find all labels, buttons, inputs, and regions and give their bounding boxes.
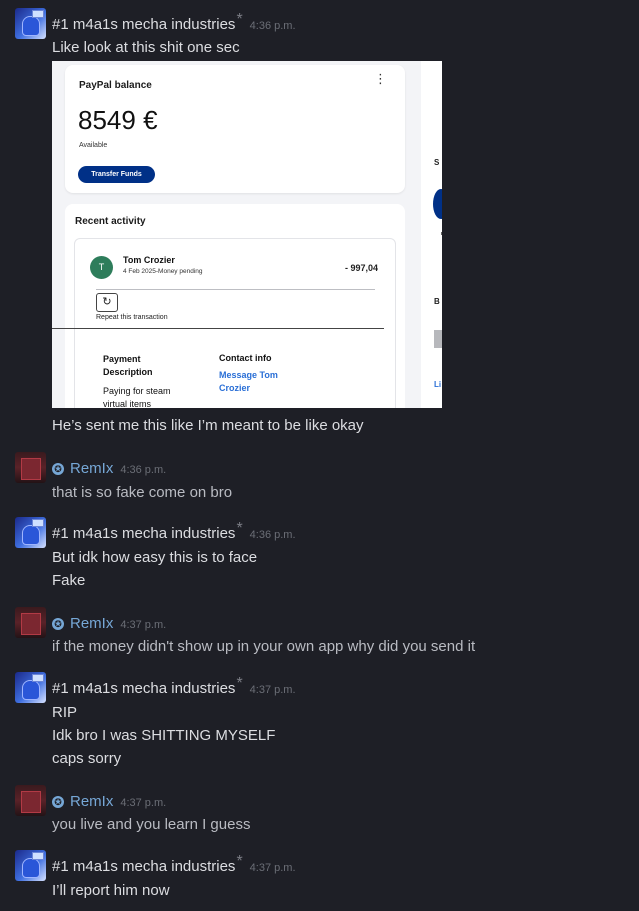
message-text: caps sorry — [52, 750, 122, 767]
username[interactable]: RemIx — [70, 460, 113, 477]
asterisk-icon: * — [236, 520, 243, 537]
timestamp: 4:37 p.m. — [249, 684, 296, 696]
asterisk-icon: * — [236, 11, 243, 28]
timestamp: 4:36 p.m. — [249, 20, 296, 32]
timestamp: 4:37 p.m. — [120, 797, 167, 809]
author-name[interactable]: ✪ RemIx 4:37 p.m. — [52, 793, 166, 810]
transaction-item: T Tom Crozier 4 Feb 2025-Money pending -… — [52, 238, 396, 408]
avatar[interactable] — [15, 452, 46, 483]
payment-description-heading: Payment Description — [103, 354, 153, 377]
message-text: that is so fake come on bro — [52, 484, 233, 501]
message-text: I’ll report him now — [52, 882, 170, 899]
username[interactable]: #1 m4a1s mecha industries — [52, 858, 235, 875]
username[interactable]: RemIx — [70, 615, 113, 632]
timestamp: 4:37 p.m. — [249, 862, 296, 874]
transfer-funds-button: Transfer Funds — [78, 166, 155, 183]
divider — [52, 328, 384, 329]
message-contact-link: Message Tom Crozier — [219, 370, 278, 393]
author-name[interactable]: ✪ RemIx 4:36 p.m. — [52, 460, 166, 477]
author-name[interactable]: #1 m4a1s mecha industries* 4:36 p.m. — [52, 520, 296, 543]
username[interactable]: #1 m4a1s mecha industries — [52, 16, 235, 33]
author-name[interactable]: #1 m4a1s mecha industries* 4:37 p.m. — [52, 675, 296, 698]
side-dot — [441, 232, 442, 235]
timestamp: 4:37 p.m. — [120, 619, 167, 631]
message-text: if the money didn't show up in your own … — [52, 638, 476, 655]
message-text: But idk how easy this is to face — [52, 549, 258, 566]
available-label: Available — [79, 142, 108, 149]
recent-activity-heading: Recent activity — [75, 216, 146, 227]
author-name[interactable]: #1 m4a1s mecha industries* 4:37 p.m. — [52, 853, 296, 876]
repeat-label: Repeat this transaction — [96, 314, 168, 321]
side-label: S — [434, 158, 440, 167]
role-badge-icon: ✪ — [52, 463, 64, 475]
username[interactable]: RemIx — [70, 793, 113, 810]
side-bar — [434, 330, 442, 348]
divider — [96, 289, 375, 290]
side-link: Li — [434, 380, 442, 389]
avatar[interactable] — [15, 607, 46, 638]
role-badge-icon: ✪ — [52, 618, 64, 630]
card-title: PayPal balance — [79, 80, 152, 91]
side-column: S B Li — [421, 61, 442, 408]
side-circle — [433, 189, 442, 219]
recent-activity-card: Recent activity T Tom Crozier 4 Feb 2025… — [52, 204, 405, 408]
username[interactable]: #1 m4a1s mecha industries — [52, 525, 235, 542]
side-label: B — [434, 297, 440, 306]
avatar[interactable] — [15, 672, 46, 703]
timestamp: 4:36 p.m. — [249, 529, 296, 541]
role-badge-icon: ✪ — [52, 796, 64, 808]
attached-image[interactable]: PayPal balance ⋮ 8549 € Available Transf… — [52, 61, 442, 408]
payment-description-text: Paying for steam virtual items — [103, 386, 171, 408]
message-text: Like look at this shit one sec — [52, 39, 240, 56]
message-text: RIP — [52, 704, 78, 721]
transaction-date: 4 Feb 2025-Money pending — [123, 268, 203, 275]
contact-info-heading: Contact info — [219, 353, 272, 363]
message-text: Fake — [52, 572, 86, 589]
message-text: He’s sent me this like I’m meant to be l… — [52, 417, 364, 434]
message-text: you live and you learn I guess — [52, 816, 251, 833]
paypal-balance-card: PayPal balance ⋮ 8549 € Available Transf… — [65, 65, 405, 193]
author-name[interactable]: #1 m4a1s mecha industries* 4:36 p.m. — [52, 11, 296, 34]
timestamp: 4:36 p.m. — [120, 464, 167, 476]
balance-amount: 8549 € — [78, 105, 158, 135]
avatar[interactable] — [15, 785, 46, 816]
refresh-icon: ↻ — [96, 293, 118, 312]
message-text: Idk bro I was SHITTING MYSELF — [52, 727, 276, 744]
asterisk-icon: * — [236, 675, 243, 692]
avatar[interactable] — [15, 517, 46, 548]
asterisk-icon: * — [236, 853, 243, 870]
contact-name: Tom Crozier — [123, 255, 175, 265]
transaction-amount: - 997,04 — [344, 263, 378, 273]
avatar[interactable] — [15, 850, 46, 881]
avatar[interactable] — [15, 8, 46, 39]
kebab-menu-icon: ⋮ — [374, 71, 387, 86]
contact-avatar: T — [90, 256, 113, 279]
username[interactable]: #1 m4a1s mecha industries — [52, 680, 235, 697]
author-name[interactable]: ✪ RemIx 4:37 p.m. — [52, 615, 166, 632]
